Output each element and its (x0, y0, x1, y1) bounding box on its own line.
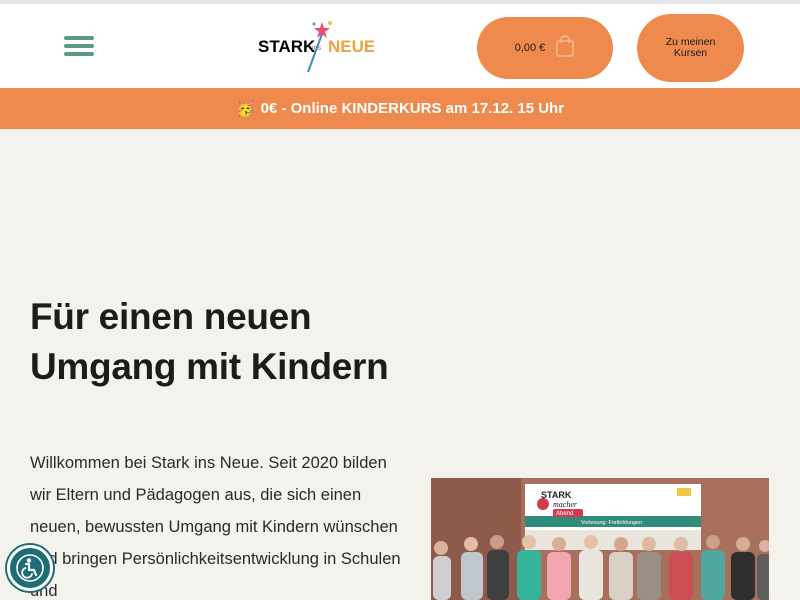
my-courses-button[interactable]: Zu meinen Kursen (637, 14, 744, 82)
logo-word-stark: STARK (258, 37, 316, 56)
promo-banner-text: 0€ - Online KINDERKURS am 17.12. 15 Uhr (260, 100, 565, 117)
cart-amount: 0,00 € (514, 42, 546, 54)
site-header: STARK ins NEUE 0,00 € Zu meinen Kursen (0, 4, 800, 88)
svg-text:Abend: Abend (556, 511, 573, 517)
svg-text:macher: macher (553, 500, 578, 509)
logo-word-neue: NEUE (328, 37, 374, 56)
hero-title: Für einen neuen Umgang mit Kindern (30, 296, 389, 387)
promo-banner[interactable]: 🥳 0€ - Online KINDERKURS am 17.12. 15 Uh… (0, 88, 800, 129)
event-photo: STARK macher Abend Vorlesung: Fortbildun… (431, 478, 769, 600)
shopping-bag-icon (555, 34, 575, 62)
logo-graphic: STARK ins NEUE (258, 21, 374, 73)
svg-text:Vorlesung: Fortbildungen: Vorlesung: Fortbildungen (581, 520, 642, 526)
accessibility-icon[interactable] (7, 545, 53, 591)
hamburger-menu-icon[interactable] (64, 34, 94, 58)
my-courses-label: Zu meinen Kursen (665, 36, 716, 59)
svg-text:STARK: STARK (541, 490, 572, 500)
cart-button[interactable]: 0,00 € (477, 17, 613, 79)
hero-text: Willkommen bei Stark ins Neue. Seit 2020… (30, 454, 401, 600)
party-emoji-icon: 🥳 (235, 100, 255, 118)
site-logo[interactable]: STARK ins NEUE (256, 16, 374, 78)
